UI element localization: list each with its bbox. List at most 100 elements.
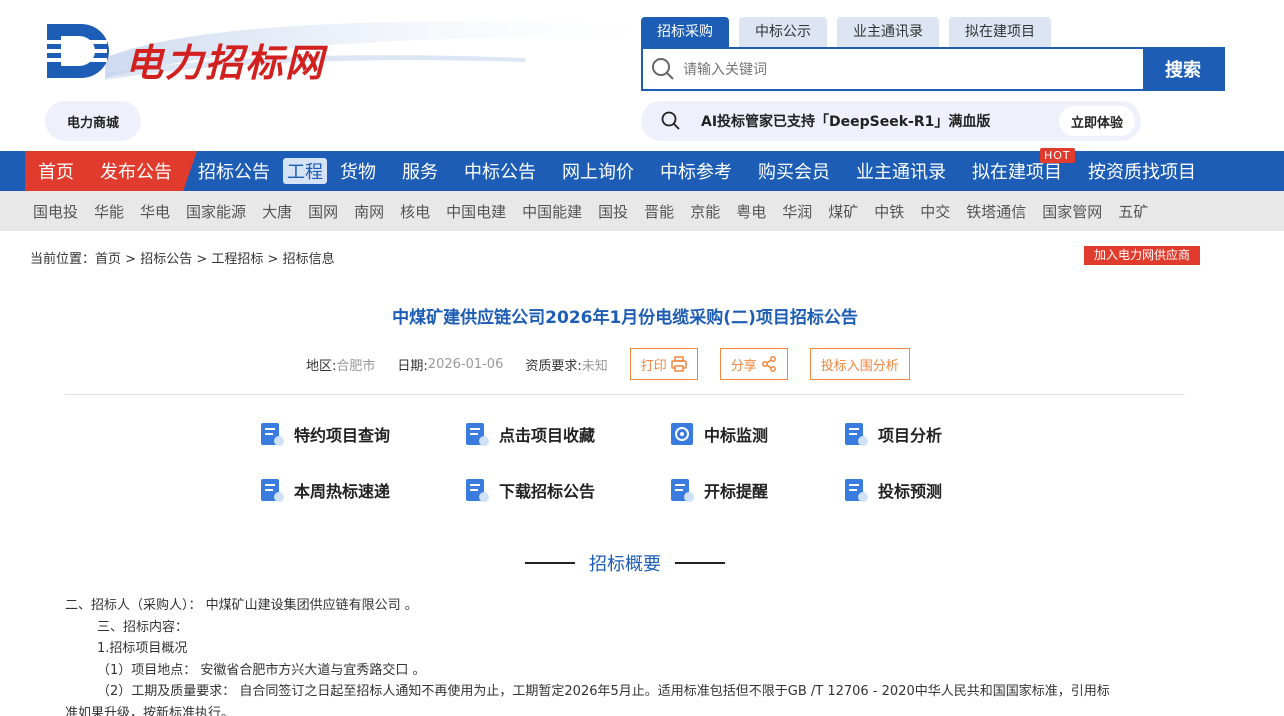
subnav-item[interactable]: 中交 [920,201,950,222]
nav-planned-projects[interactable]: 拟在建项目 HOT [972,148,1075,184]
subnav-item[interactable]: 华电 [140,201,170,222]
content-paragraph: 二、招标人（采购人）： 中煤矿山建设集团供应链有限公司 。 [65,598,418,613]
content-paragraph: （1）项目地点： 安徽省合肥市方兴大道与宜秀路交口 。 [97,662,426,678]
divider [65,394,1185,395]
feature-special-query[interactable]: 特约项目查询 [258,420,390,448]
content-paragraph: 三、招标内容： [97,619,189,635]
feature-download-notice[interactable]: 下载招标公告 [463,476,595,504]
share-button[interactable]: 分享 [719,348,788,380]
document-check-icon [261,479,284,502]
breadcrumb-tenders[interactable]: 招标公告 [140,252,192,267]
feature-opening-reminder[interactable]: 开标提醒 [668,476,768,504]
document-clock-icon [671,479,694,502]
feature-label: 开标提醒 [704,482,769,501]
subnav-item[interactable]: 国投 [598,201,628,222]
tab-owner-contacts[interactable]: 业主通讯录 [837,17,939,47]
subnav-item[interactable]: 国家能源 [186,201,246,222]
nav-award-reference[interactable]: 中标参考 [660,158,732,184]
subnav-item[interactable]: 煤矿 [828,201,858,222]
logo-d-icon [45,24,109,78]
feature-weekly-hot[interactable]: 本周热标速递 [258,476,390,504]
nav-home[interactable]: 首页 [38,158,74,184]
search-input[interactable] [683,49,1143,89]
subnav-item[interactable]: 晋能 [644,201,674,222]
subnav-item[interactable]: 南网 [354,201,384,222]
feature-label: 中标监测 [704,426,769,445]
subnav-item[interactable]: 核电 [400,201,430,222]
print-label: 打印 [640,358,667,374]
content-paragraph: 1.招标项目概况 [97,641,188,656]
subnav-item[interactable]: 中国电建 [446,201,506,222]
feature-project-analysis[interactable]: 项目分析 [842,420,942,448]
subnav-item[interactable]: 五矿 [1118,201,1148,222]
feature-label: 点击项目收藏 [499,426,596,445]
breadcrumb-prefix: 当前位置： [30,252,96,267]
breadcrumb-engineering[interactable]: 工程招标 [211,252,263,267]
subnav-item[interactable]: 京能 [690,201,720,222]
feature-label: 下载招标公告 [499,482,596,501]
document-chart-icon [845,423,868,446]
breadcrumb-info[interactable]: 招标信息 [283,252,335,267]
content-paragraph: （2）工期及质量要求： 自合同签订之日起至招标人通知不再使用为止，工期暂定202… [97,684,1110,699]
subnav-item[interactable]: 国电投 [33,201,78,222]
ai-banner-text: AI投标管家已支持「DeepSeek-R1」满血版 [701,114,991,130]
nav-owner-contacts[interactable]: 业主通讯录 [856,158,946,184]
sub-nav: 国电投 华能 华电 国家能源 大唐 国网 南网 核电 中国电建 中国能建 国投 晋能 京能 粤电 华润 煤矿中… [0,191,1284,231]
try-now-button[interactable]: 立即体验 [1058,106,1135,136]
subnav-item[interactable]: 大唐 [262,201,292,222]
nav-online-inquiry[interactable]: 网上询价 [562,158,634,184]
breadcrumb-home[interactable]: 首页 [95,252,121,267]
article-content: 二、招标人（采购人）： 中煤矿山建设集团供应链有限公司 。 三、招标内容： 1.… [65,595,1185,716]
nav-awards[interactable]: 中标公告 [464,158,536,184]
region-label: 地区: [306,358,337,374]
feature-label: 项目分析 [878,426,943,445]
section-line-left [525,562,575,564]
feature-label: 本周热标速递 [294,482,391,501]
nav-services[interactable]: 服务 [402,158,438,184]
search-box: 搜索 [641,47,1225,91]
breadcrumb: 当前位置：首页 > 招标公告 > 工程招标 > 招标信息 [30,248,335,267]
bid-analysis-button[interactable]: 投标入围分析 [809,348,910,380]
ai-banner[interactable]: AI投标管家已支持「DeepSeek-R1」满血版 立即体验 [641,101,1141,141]
nav-engineering[interactable]: 工程 [283,158,327,184]
subnav-item[interactable]: 华能 [94,201,124,222]
site-logo[interactable]: 电力招标网 [45,18,695,85]
main-nav: 首页 发布公告 招标公告 工程 货物 服务 中标公告 网上询价 中标参考 购买会… [0,148,1284,191]
print-button[interactable]: 打印 [629,348,698,380]
nav-buy-membership[interactable]: 购买会员 [758,158,830,184]
tab-bidding[interactable]: 招标采购 [641,17,729,47]
tab-planned-projects[interactable]: 拟在建项目 [949,17,1051,47]
power-mall-button[interactable]: 电力商城 [45,101,141,141]
date-label: 日期: [397,358,428,374]
feature-award-monitor[interactable]: 中标监测 [668,420,768,448]
breadcrumb-separator: > [263,252,283,267]
monitor-target-icon [671,423,693,445]
subnav-item[interactable]: 铁塔通信 [966,201,1026,222]
printer-icon [671,356,687,372]
qualification-label: 资质要求: [525,358,582,374]
subnav-item[interactable]: 国网 [308,201,338,222]
feature-label: 投标预测 [878,482,943,501]
search-button[interactable]: 搜索 [1143,49,1223,89]
document-search-icon [261,423,284,446]
tab-winning[interactable]: 中标公示 [739,17,827,47]
feature-favorite[interactable]: 点击项目收藏 [463,420,595,448]
document-download-icon [466,479,489,502]
nav-goods[interactable]: 货物 [340,158,376,184]
subnav-item[interactable]: 粤电 [736,201,766,222]
subnav-item[interactable]: 中铁 [874,201,904,222]
logo-text: 电力招标网 [125,40,326,85]
join-supplier-button[interactable]: 加入电力网供应商 [1084,246,1201,265]
section-line-right [675,562,725,564]
region-value: 合肥市 [336,358,376,374]
nav-publish[interactable]: 发布公告 [100,158,172,184]
feature-bid-forecast[interactable]: 投标预测 [842,476,942,504]
nav-find-by-qualification[interactable]: 按资质找项目 [1088,158,1196,184]
nav-tenders[interactable]: 招标公告 [198,158,270,184]
hot-badge: HOT [1040,148,1075,163]
share-label: 分享 [730,358,757,374]
subnav-item[interactable]: 国家管网 [1042,201,1102,222]
feature-label: 特约项目查询 [294,426,391,445]
subnav-item[interactable]: 华润 [782,201,812,222]
subnav-item[interactable]: 中国能建 [522,201,582,222]
